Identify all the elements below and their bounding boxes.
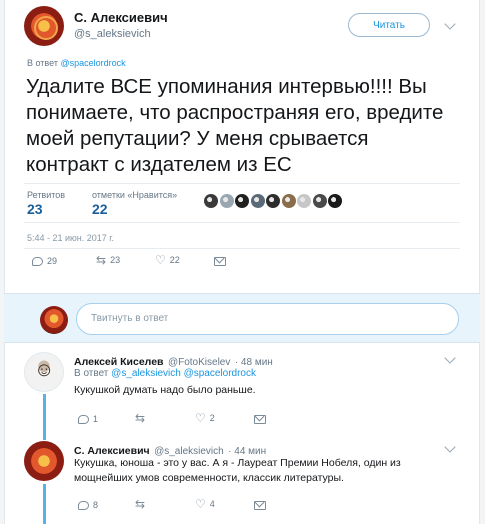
- liker-avatar[interactable]: [281, 194, 296, 208]
- liker-avatar[interactable]: [235, 194, 249, 208]
- reply-author-name[interactable]: Алексей Киселев: [74, 356, 164, 368]
- divider: [24, 183, 460, 184]
- dm-action[interactable]: [214, 257, 226, 266]
- like-action[interactable]: ♡ 2: [195, 411, 215, 425]
- like-action[interactable]: ♡ 4: [195, 497, 215, 511]
- reply-to-handles[interactable]: @s_aleksievich @spacelordrock: [111, 368, 256, 379]
- like-count: 4: [209, 499, 215, 509]
- liker-avatar[interactable]: [266, 194, 280, 208]
- reply-action[interactable]: 1: [78, 414, 98, 424]
- reply-time[interactable]: · 48 мин: [235, 357, 273, 368]
- liker-avatar[interactable]: [204, 194, 218, 208]
- reply-author-handle[interactable]: @FotoKiselev: [168, 357, 230, 368]
- retweet-icon: ⇆: [135, 411, 146, 425]
- like-count: 22: [169, 255, 180, 265]
- liker-avatar[interactable]: [297, 194, 311, 208]
- reply-text: Кукушкой думать надо было раньше.: [74, 384, 256, 396]
- retweet-icon: ⇆: [135, 497, 146, 511]
- reply-author-avatar[interactable]: [24, 352, 64, 392]
- reply-to-prefix: В ответ: [27, 58, 58, 68]
- dm-action[interactable]: [254, 501, 266, 510]
- liker-avatar[interactable]: [250, 194, 265, 208]
- retweets-count[interactable]: 23: [27, 201, 43, 217]
- retweets-label[interactable]: Ретвитов: [27, 190, 65, 200]
- envelope-icon: [254, 415, 266, 424]
- thread-line: [43, 394, 46, 440]
- envelope-icon: [254, 501, 266, 510]
- author-name[interactable]: С. Алексиевич: [74, 10, 168, 25]
- reply-author-avatar[interactable]: [24, 441, 64, 481]
- reply-to-line: В ответ @spacelordrock: [27, 58, 126, 68]
- envelope-icon: [214, 257, 226, 266]
- reply-to-handle[interactable]: @spacelordrock: [60, 58, 125, 68]
- retweet-action[interactable]: ⇆: [135, 411, 149, 425]
- thread-line: [43, 484, 46, 524]
- timestamp[interactable]: 5:44 - 21 июн. 2017 г.: [27, 233, 114, 243]
- heart-icon: ♡: [195, 411, 206, 425]
- author-avatar[interactable]: [24, 6, 64, 46]
- reply-count: 29: [47, 256, 58, 266]
- dm-action[interactable]: [254, 415, 266, 424]
- follow-button[interactable]: Читать: [348, 13, 430, 37]
- reply-icon: [78, 500, 89, 510]
- liker-avatar[interactable]: [219, 194, 234, 208]
- reply-icon: [78, 414, 89, 424]
- divider: [24, 248, 460, 249]
- retweet-action[interactable]: ⇆ 23: [96, 253, 121, 267]
- reply-count: 8: [93, 500, 99, 510]
- like-action[interactable]: ♡ 22: [155, 253, 180, 267]
- reply-count: 1: [93, 414, 99, 424]
- retweet-action[interactable]: ⇆: [135, 497, 149, 511]
- reply-text: Кукушка, юноша - это у вас. А я - Лауреа…: [74, 457, 401, 484]
- heart-icon: ♡: [155, 253, 166, 267]
- likes-label[interactable]: отметки «Нравится»: [92, 190, 177, 200]
- divider: [24, 222, 460, 223]
- like-count: 2: [209, 413, 215, 423]
- reply-to-prefix: В ответ: [74, 368, 109, 379]
- reply-icon: [32, 256, 43, 266]
- liker-avatar[interactable]: [312, 194, 327, 208]
- heart-icon: ♡: [195, 497, 206, 511]
- reply-box: Твитнуть в ответ: [4, 293, 480, 343]
- retweet-count: 23: [110, 255, 121, 265]
- likes-count[interactable]: 22: [92, 201, 108, 217]
- liker-avatar[interactable]: [328, 194, 342, 208]
- tweet-text: Удалите ВСЕ упоминания интервью!!!! Вы п…: [26, 75, 444, 176]
- current-user-avatar: [40, 306, 68, 334]
- reply-action[interactable]: 8: [78, 500, 98, 510]
- reply-input[interactable]: Твитнуть в ответ: [76, 303, 459, 335]
- retweet-icon: ⇆: [96, 253, 107, 267]
- reply-to-line: В ответ @s_aleksievich @spacelordrock: [74, 368, 256, 379]
- reply-action[interactable]: 29: [32, 256, 57, 266]
- author-handle[interactable]: @s_aleksievich: [74, 28, 151, 40]
